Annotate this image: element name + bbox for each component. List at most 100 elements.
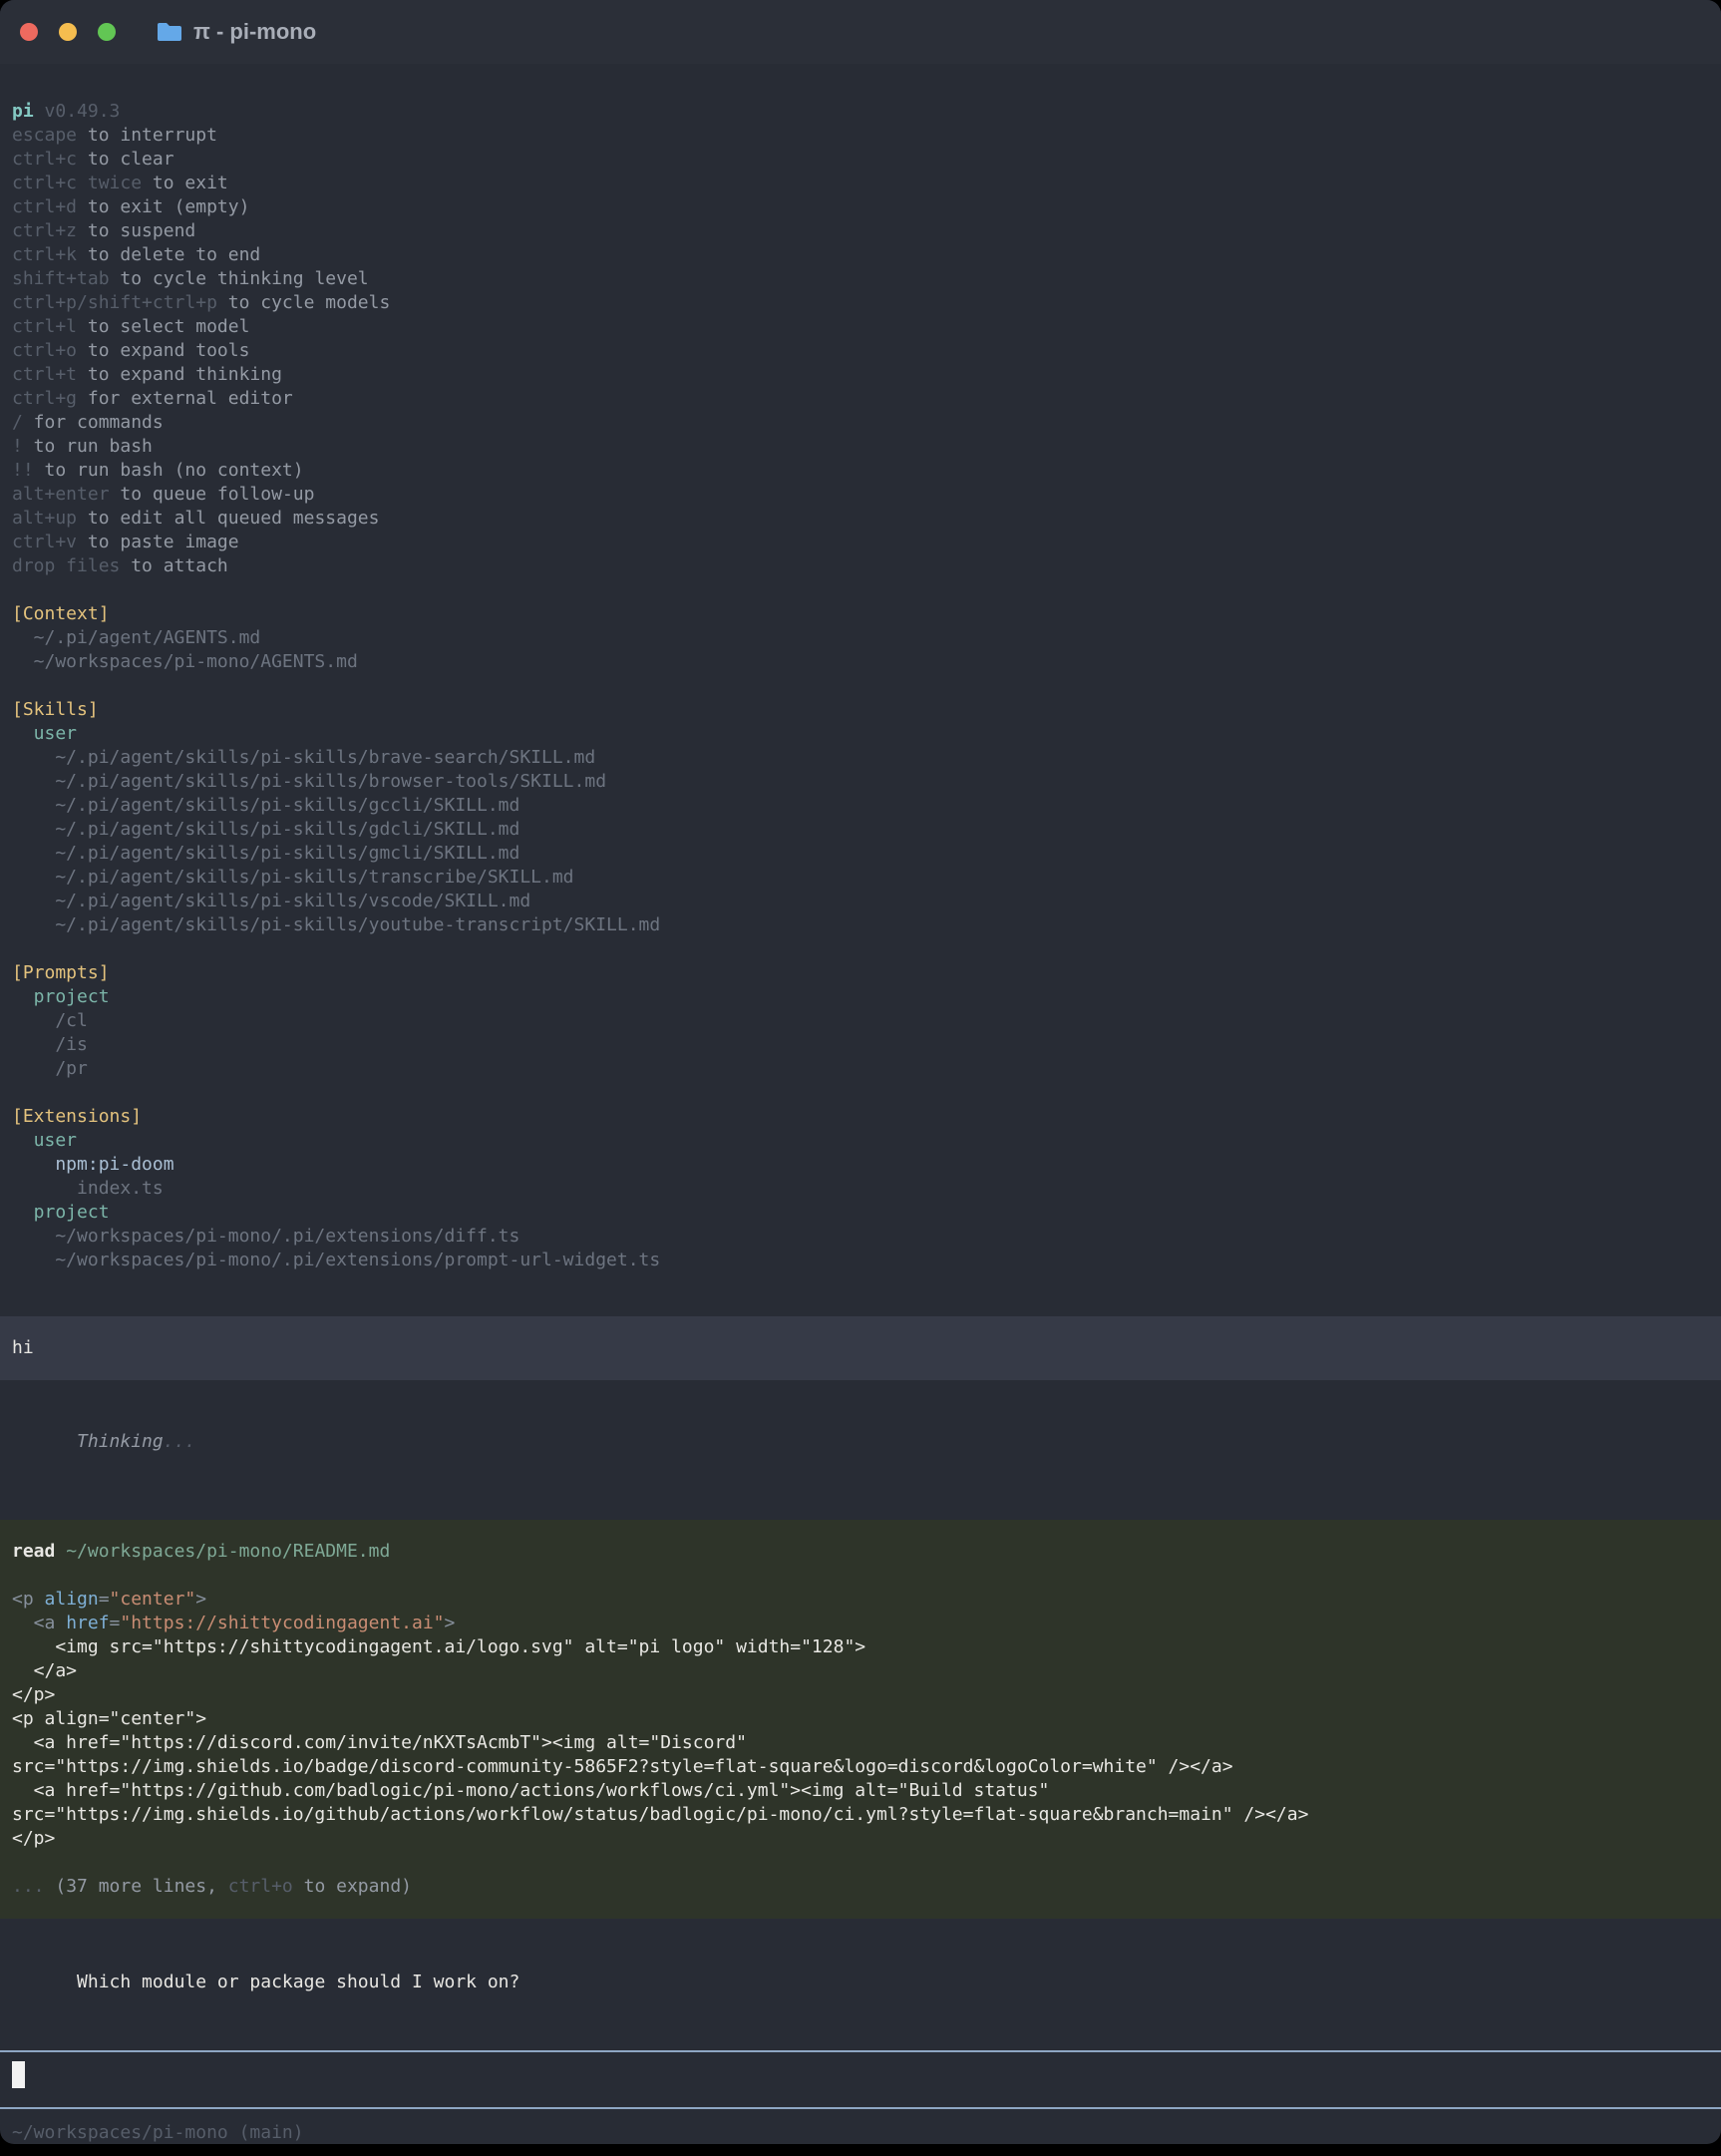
terminal-line: ctrl+v to paste image [12,531,1707,554]
text-segment: [Prompts] [12,962,110,983]
text-segment: to cycle thinking level [110,268,369,289]
text-segment: ~/workspaces/pi-mono/.pi/extensions/diff… [12,1226,519,1247]
text-segment: </p> [12,1828,55,1849]
terminal-line: [Skills] [12,698,1707,722]
terminal-line [12,1081,1707,1105]
text-segment: ~/.pi/agent/skills/pi-skills/gmcli/SKILL… [12,843,519,864]
text-segment: ctrl+v [12,532,77,552]
terminal-line: pi v0.49.3 [12,100,1707,124]
text-segment: to cycle models [217,292,390,313]
tool-output-line: <a href="https://discord.com/invite/nKXT… [12,1731,1709,1755]
text-segment: alt+up [12,508,77,529]
status-line: ~/workspaces/pi-mono (main) [12,2121,1707,2144]
text-segment: ctrl+c twice [12,173,142,193]
tool-output-line: </a> [12,1659,1709,1683]
text-segment: ctrl+t [12,364,77,385]
terminal-line [12,937,1707,961]
text-segment: index.ts [12,1178,164,1199]
terminal-line: ctrl+d to exit (empty) [12,195,1707,219]
text-segment: <a href="https://github.com/badlogic/pi-… [12,1780,1049,1801]
text-segment: ~/workspaces/pi-mono (main) [12,2122,304,2143]
terminal-line: alt+up to edit all queued messages [12,507,1707,531]
close-button[interactable] [20,23,38,41]
text-segment: (37 more lines, [55,1876,227,1897]
text-segment: <p align="center"> [12,1708,206,1729]
terminal-line: ~/workspaces/pi-mono/AGENTS.md [12,650,1707,674]
terminal-line [12,578,1707,602]
text-segment: align [45,1589,99,1610]
terminal-line: / for commands [12,411,1707,435]
text-segment: ctrl+o [228,1876,293,1897]
text-segment: > [445,1613,456,1633]
terminal-line: ~/workspaces/pi-mono/.pi/extensions/prom… [12,1249,1707,1272]
text-segment: shift+tab [12,268,110,289]
maximize-button[interactable] [98,23,116,41]
text-segment: to suspend [77,220,195,241]
text-segment: ctrl+c [12,149,77,170]
tool-output-line [12,1851,1709,1875]
terminal-line: ~/.pi/agent/AGENTS.md [12,626,1707,650]
folder-icon [156,21,183,43]
text-segment: pi [12,101,34,122]
terminal-line: ctrl+z to suspend [12,219,1707,243]
text-segment: <a [12,1613,66,1633]
tool-output-line: <a href="https://github.com/badlogic/pi-… [12,1779,1709,1803]
text-segment: "center" [110,1589,196,1610]
text-segment: > [195,1589,206,1610]
text-segment: </p> [12,1684,55,1705]
text-segment: user [12,723,77,744]
text-segment: for external editor [77,388,293,409]
minimize-button[interactable] [59,23,77,41]
input-divider-bottom [0,2107,1721,2109]
tool-call-block: read ~/workspaces/pi-mono/README.md <p al… [0,1520,1721,1919]
text-segment: </a> [12,1660,77,1681]
assistant-message-text: Which module or package should I work on… [77,1972,519,1992]
status-bar: ~/workspaces/pi-mono (main)↑4.7k ↓44 R3.… [12,2121,1707,2144]
terminal-line: ~/.pi/agent/skills/pi-skills/gccli/SKILL… [12,794,1707,818]
terminal-line: [Context] [12,602,1707,626]
text-segment: alt+enter [12,484,110,505]
terminal-line: ~/.pi/agent/skills/pi-skills/browser-too… [12,770,1707,794]
prompt-input[interactable] [12,2052,1707,2107]
text-segment: / [12,412,23,433]
text-segment: to expand) [293,1876,412,1897]
terminal-line: ~/workspaces/pi-mono/.pi/extensions/diff… [12,1225,1707,1249]
terminal-line: user [12,722,1707,746]
tool-output-line: read ~/workspaces/pi-mono/README.md [12,1540,1709,1564]
text-segment: href [66,1613,109,1633]
text-segment: escape [12,125,77,146]
tool-output-line: src="https://img.shields.io/github/actio… [12,1803,1709,1827]
text-segment: <img src="https://shittycodingagent.ai/l… [12,1636,865,1657]
text-segment: to delete to end [77,244,260,265]
tool-output-line: <p align="center"> [12,1588,1709,1612]
terminal-line: project [12,985,1707,1009]
text-segment: npm:pi-doom [12,1154,174,1175]
tool-output-line: ... (37 more lines, ctrl+o to expand) [12,1875,1709,1899]
text-segment: ~/.pi/agent/AGENTS.md [12,627,260,648]
text-segment: /is [12,1034,88,1055]
terminal-line: !! to run bash (no context) [12,459,1707,483]
terminal-line: ctrl+t to expand thinking [12,363,1707,387]
text-segment: to paste image [77,532,239,552]
terminal-line: /is [12,1033,1707,1057]
text-segment: to expand thinking [77,364,282,385]
text-segment: drop files [12,555,120,576]
text-segment: /cl [12,1010,88,1031]
traffic-lights [20,23,116,41]
text-segment: src="https://img.shields.io/badge/discor… [12,1756,1233,1777]
terminal-line: ~/.pi/agent/skills/pi-skills/gmcli/SKILL… [12,842,1707,866]
text-cursor [12,2061,25,2088]
text-segment: project [12,1202,110,1223]
terminal-line: index.ts [12,1177,1707,1201]
terminal-line: ~/.pi/agent/skills/pi-skills/youtube-tra… [12,913,1707,937]
text-segment: !! [12,460,34,481]
text-segment: to select model [77,316,249,337]
text-segment: ctrl+l [12,316,77,337]
user-message-text: hi [12,1336,1709,1360]
text-segment: to attach [120,555,227,576]
text-segment: = [99,1589,110,1610]
terminal-line: shift+tab to cycle thinking level [12,267,1707,291]
text-segment: project [12,986,110,1007]
text-segment: to interrupt [77,125,217,146]
tool-call-output: read ~/workspaces/pi-mono/README.md <p al… [12,1540,1709,1899]
